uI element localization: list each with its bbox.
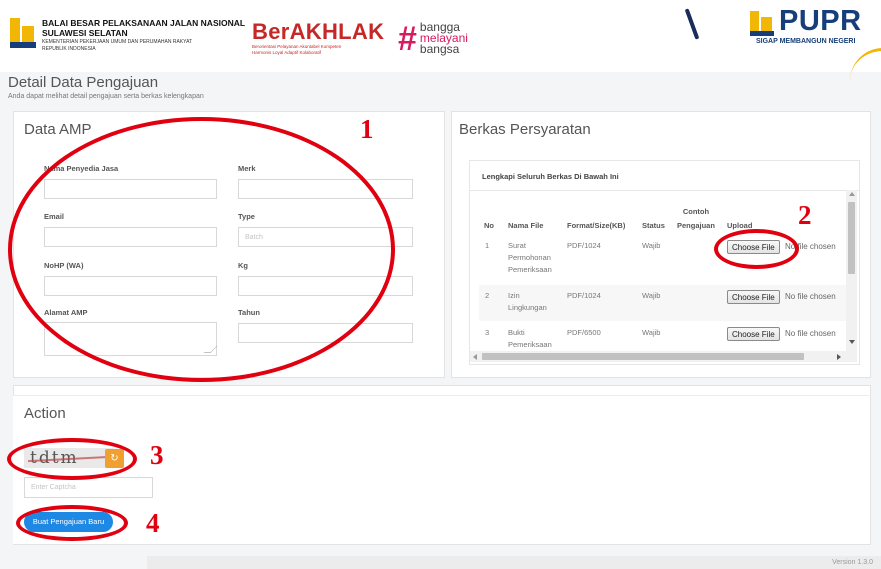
row-no: 1 [485, 241, 490, 250]
pupr-word: PUPR [779, 5, 862, 37]
scroll-right-icon[interactable] [837, 354, 841, 360]
col-format: Format/Size(KB) [567, 221, 626, 230]
row-no: 3 [485, 328, 490, 337]
row-no: 2 [485, 291, 490, 300]
annotation-ring-1 [8, 117, 395, 382]
decorative-curve [850, 48, 881, 81]
berakhlak-logo: BerAKHLAK Berorientasi Pelayanan Akuntab… [252, 20, 384, 55]
row-status: Wajib [642, 328, 661, 337]
row-nama-line3: Pemeriksaan [508, 265, 552, 274]
col-no: No [484, 221, 494, 230]
berakhlak-word: BerAKHLAK [252, 19, 385, 44]
col-contoh-line1: Contoh [682, 207, 710, 216]
row-nama: Surat Permohonan Pemeriksaan [508, 240, 552, 276]
action-inner-panel [13, 395, 869, 544]
no-file-chosen-text: No file chosen [785, 329, 836, 338]
horizontal-scrollbar[interactable] [470, 351, 846, 362]
bangga-line3: bangsa [419, 42, 460, 56]
row-nama-line1: Bukti [508, 328, 525, 337]
choose-file-button[interactable]: Choose File [727, 290, 780, 304]
annotation-ring-3 [7, 438, 137, 480]
row-nama: Izin Lingkungan [508, 290, 547, 314]
row-nama-line1: Izin [508, 291, 520, 300]
bangga-melayani-logo: # bangga melayani bangsa [398, 19, 468, 58]
bbpjn-logo: BALAI BESAR PELAKSANAAN JALAN NASIONAL S… [10, 18, 245, 52]
row-format: PDF/1024 [567, 291, 601, 300]
no-file-chosen-text: No file chosen [785, 292, 836, 301]
scroll-thumb[interactable] [848, 202, 855, 274]
col-status: Status [642, 221, 665, 230]
scroll-left-icon[interactable] [473, 354, 477, 360]
footer-bar: Version 1.3.0 [147, 556, 881, 569]
col-nama-file: Nama File [508, 221, 544, 230]
row-format: PDF/1024 [567, 241, 601, 250]
annotation-number-1: 1 [360, 114, 374, 144]
pupr-tagline: SIGAP MEMBANGUN NEGERI [756, 38, 856, 45]
page-title: Detail Data Pengajuan [8, 74, 159, 91]
org-name-line1: BALAI BESAR PELAKSANAAN JALAN NASIONAL [42, 18, 246, 28]
row-nama: Bukti Pemeriksaan [508, 327, 552, 351]
row-nama-line2: Pemeriksaan [508, 340, 552, 349]
annotation-number-2: 2 [798, 200, 812, 230]
pupr-emblem-icon [10, 18, 36, 48]
row-nama-line1: Surat [508, 241, 526, 250]
header-bar: BALAI BESAR PELAKSANAAN JALAN NASIONAL S… [0, 0, 881, 72]
vertical-scrollbar[interactable] [846, 190, 857, 362]
row-nama-line2: Lingkungan [508, 303, 547, 312]
row-status: Wajib [642, 241, 661, 250]
hashtag-icon: # [398, 19, 417, 58]
scroll-up-icon[interactable] [849, 192, 855, 196]
org-name-line4: REPUBLIK INDONESIA [42, 46, 96, 52]
berakhlak-sub2: Harmonis Loyal Adaptif Kolaboratif [252, 49, 322, 55]
captcha-input[interactable]: Enter Captcha [24, 477, 153, 498]
scroll-thumb-horizontal[interactable] [482, 353, 804, 360]
data-amp-title: Data AMP [24, 121, 92, 138]
annotation-number-4: 4 [146, 508, 160, 538]
page-subtitle: Anda dapat melihat detail pengajuan sert… [8, 93, 204, 100]
action-title: Action [24, 405, 66, 422]
version-text: Version 1.3.0 [832, 559, 873, 566]
col-contoh: Contoh Pengajuan [677, 207, 715, 230]
org-name-line3: KEMENTERIAN PEKERJAAN UMUM DAN PERUMAHAN… [42, 39, 193, 45]
annotation-number-3: 3 [150, 440, 164, 470]
table-row: 3 Bukti Pemeriksaan PDF/6500 Wajib Choos… [479, 323, 846, 351]
annotation-ring-2 [714, 229, 799, 269]
table-row: 2 Izin Lingkungan PDF/1024 Wajib Choose … [479, 285, 846, 321]
choose-file-button[interactable]: Choose File [727, 327, 780, 341]
row-format: PDF/6500 [567, 328, 601, 337]
org-name-line2: SULAWESI SELATAN [42, 28, 128, 38]
berkas-table-box: Lengkapi Seluruh Berkas Di Bawah Ini No … [469, 160, 860, 365]
col-contoh-line2: Pengajuan [677, 221, 715, 230]
berkas-box-title: Lengkapi Seluruh Berkas Di Bawah Ini [482, 172, 619, 181]
decorative-slash [684, 8, 700, 40]
berkas-title: Berkas Persyaratan [459, 121, 591, 138]
row-nama-line2: Permohonan [508, 253, 551, 262]
row-status: Wajib [642, 291, 661, 300]
annotation-ring-4 [16, 505, 128, 541]
pupr-mark-icon [750, 11, 774, 36]
scroll-down-icon[interactable] [849, 340, 855, 344]
